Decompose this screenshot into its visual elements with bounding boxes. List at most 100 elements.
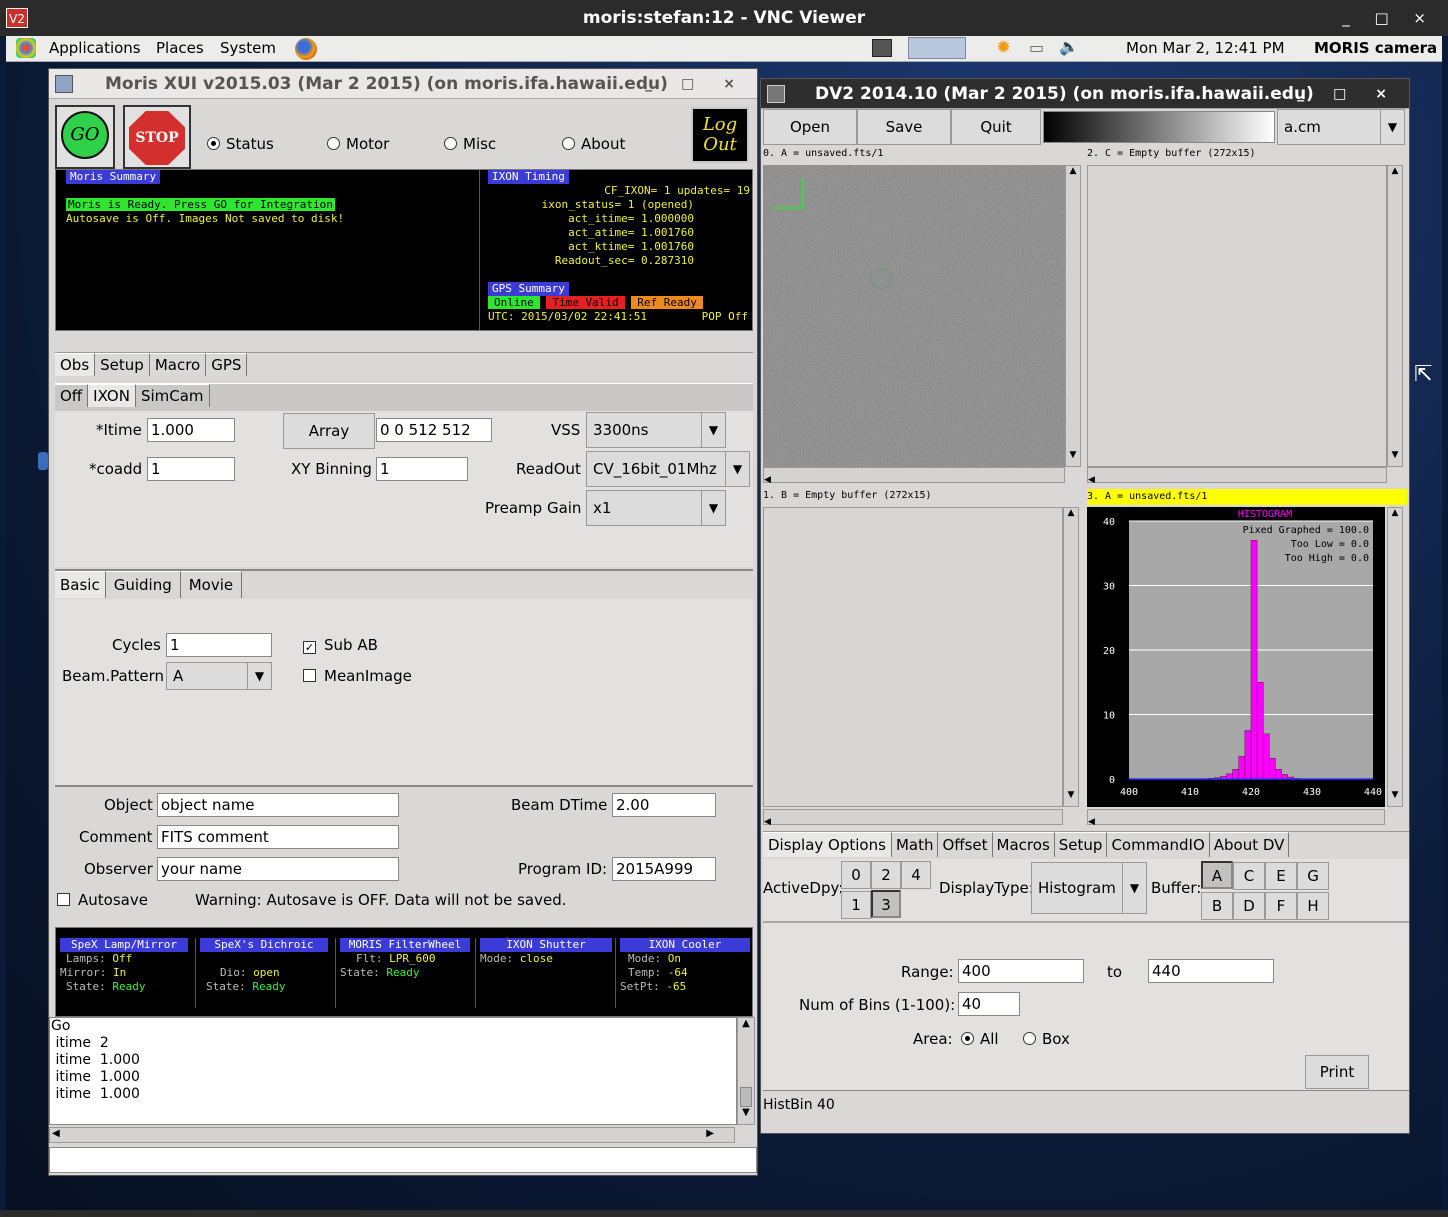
- dv-titlebar[interactable]: DV2 2014.10 (Mar 2 2015) (on moris.ifa.h…: [761, 79, 1409, 109]
- tab-setup[interactable]: Setup: [95, 353, 150, 376]
- coadd-input[interactable]: 1: [147, 457, 235, 481]
- dv-window-controls[interactable]: _ □ ×: [1297, 79, 1399, 109]
- radio-about-indicator[interactable]: [562, 137, 575, 150]
- radio-about[interactable]: About: [562, 135, 625, 153]
- area-all-indicator[interactable]: [961, 1032, 974, 1045]
- chevron-down-icon[interactable]: ▼: [247, 663, 271, 689]
- tab-ixon[interactable]: IXON: [88, 384, 136, 407]
- arrow-down-icon[interactable]: ▼: [1388, 790, 1402, 800]
- radio-motor[interactable]: Motor: [327, 135, 389, 153]
- beam-pattern-select[interactable]: A ▼: [166, 662, 272, 690]
- arrow-left-icon[interactable]: ◀: [1088, 475, 1095, 485]
- side-handle[interactable]: [38, 452, 48, 470]
- tab-display-options[interactable]: Display Options: [763, 832, 892, 857]
- open-button[interactable]: Open: [763, 109, 857, 145]
- quit-button[interactable]: Quit: [951, 109, 1041, 145]
- update-notifier-icon[interactable]: ✹: [996, 37, 1011, 58]
- checkbox-unchecked-icon[interactable]: [57, 893, 70, 906]
- buffer-a[interactable]: A: [1201, 861, 1233, 889]
- buffer-c[interactable]: C: [1233, 862, 1265, 890]
- radio-status-indicator[interactable]: [207, 137, 220, 150]
- tab-setup[interactable]: Setup: [1054, 832, 1108, 857]
- radio-misc-indicator[interactable]: [444, 137, 457, 150]
- activedpy-1[interactable]: 1: [841, 891, 871, 919]
- activedpy-3[interactable]: 3: [871, 890, 901, 918]
- tab-movie[interactable]: Movie: [180, 571, 243, 598]
- activedpy-2[interactable]: 2: [871, 861, 901, 889]
- checkbox-unchecked-icon[interactable]: [303, 669, 316, 682]
- buffer0-image[interactable]: [763, 165, 1065, 467]
- log-horizontal-scrollbar[interactable]: ◀ ▶: [49, 1127, 735, 1143]
- program-id-input[interactable]: 2015A999: [612, 857, 716, 881]
- places-menu[interactable]: Places: [156, 39, 204, 57]
- arrow-down-icon[interactable]: ▼: [1066, 450, 1080, 460]
- chevron-down-icon[interactable]: ▼: [1122, 863, 1146, 913]
- buffer-b[interactable]: B: [1201, 892, 1233, 920]
- system-menu[interactable]: System: [220, 39, 276, 57]
- histogram-panel[interactable]: 0 10 20 30 40 400 410 420 430 440 HISTOGRAM Pixed G…: [1087, 507, 1385, 807]
- scroll-thumb[interactable]: [740, 1087, 752, 1107]
- arrow-up-icon[interactable]: ▲: [738, 1018, 754, 1029]
- tab-off[interactable]: Off: [55, 384, 89, 407]
- observer-input[interactable]: your name: [157, 857, 399, 881]
- tab-offset[interactable]: Offset: [938, 832, 993, 857]
- clock[interactable]: Mon Mar 2, 12:41 PM: [1126, 39, 1285, 57]
- tab-macro[interactable]: Macro: [149, 353, 207, 376]
- buffer2-image[interactable]: [1087, 165, 1387, 467]
- arrow-down-icon[interactable]: ▼: [1388, 450, 1402, 460]
- tab-simcam[interactable]: SimCam: [135, 384, 210, 407]
- tab-obs[interactable]: Obs: [55, 353, 96, 376]
- buffer1-vscroll[interactable]: ▲ ▼: [1063, 507, 1079, 807]
- array-button[interactable]: Array: [283, 413, 375, 449]
- object-input[interactable]: object name: [157, 793, 399, 817]
- arrow-up-icon[interactable]: ▲: [1066, 166, 1080, 176]
- autosave-checkbox[interactable]: Autosave: [57, 891, 148, 909]
- readout-select[interactable]: CV_16bit_01Mhz ▼: [586, 451, 750, 487]
- arrow-up-icon[interactable]: ▲: [1064, 508, 1078, 518]
- firefox-icon[interactable]: [295, 38, 317, 60]
- volume-icon[interactable]: 🔈: [1059, 37, 1079, 56]
- num-bins-input[interactable]: 40: [958, 992, 1020, 1016]
- workspace-switcher[interactable]: [908, 37, 966, 59]
- area-box-indicator[interactable]: [1023, 1032, 1036, 1045]
- arrow-down-icon[interactable]: ▼: [738, 1107, 754, 1118]
- chevron-down-icon[interactable]: ▼: [701, 491, 725, 525]
- tab-guiding[interactable]: Guiding: [105, 571, 181, 598]
- arrow-up-icon[interactable]: ▲: [1388, 166, 1402, 176]
- go-button[interactable]: GO: [55, 105, 115, 169]
- array-input[interactable]: 0 0 512 512: [376, 418, 492, 442]
- buffer0-hscroll[interactable]: ◀: [763, 467, 1065, 485]
- buffer3-vscroll[interactable]: ▲ ▼: [1387, 507, 1403, 807]
- displaytype-select[interactable]: Histogram ▼: [1031, 862, 1147, 914]
- xui-window-controls[interactable]: _ □ ×: [645, 69, 747, 99]
- buffer-e[interactable]: E: [1265, 862, 1297, 890]
- arrow-left-icon[interactable]: ◀: [764, 817, 771, 827]
- area-all-radio[interactable]: All: [961, 1030, 999, 1048]
- tab-macros[interactable]: Macros: [992, 832, 1055, 857]
- meanimage-checkbox[interactable]: MeanImage: [303, 667, 412, 685]
- chevron-down-icon[interactable]: ▼: [725, 452, 749, 486]
- buffer-d[interactable]: D: [1233, 892, 1265, 920]
- range-low-input[interactable]: 400: [958, 959, 1084, 983]
- checkbox-checked-icon[interactable]: ✓: [303, 641, 316, 654]
- itime-input[interactable]: 1.000: [147, 418, 235, 442]
- chevron-down-icon[interactable]: ▼: [1380, 110, 1404, 144]
- xybin-input[interactable]: 1: [376, 457, 468, 481]
- logout-button[interactable]: Log Out: [691, 107, 749, 163]
- tab-about-dv[interactable]: About DV: [1209, 832, 1290, 857]
- buffer2-hscroll[interactable]: ◀: [1087, 467, 1387, 485]
- comment-input[interactable]: FITS comment: [157, 825, 399, 849]
- preamp-select[interactable]: x1 ▼: [586, 490, 726, 526]
- xui-titlebar[interactable]: Moris XUI v2015.03 (Mar 2 2015) (on mori…: [49, 69, 757, 99]
- save-button[interactable]: Save: [857, 109, 951, 145]
- arrow-up-icon[interactable]: ▲: [1388, 508, 1402, 518]
- arrow-right-icon[interactable]: ▶: [706, 1128, 714, 1139]
- tab-gps[interactable]: GPS: [206, 353, 248, 376]
- log-vertical-scrollbar[interactable]: ▲ ▼: [737, 1017, 755, 1125]
- stop-button[interactable]: STOP: [123, 105, 191, 169]
- log-textarea[interactable]: Go itime 2 itime 1.000 itime 1.000 itime…: [49, 1017, 737, 1125]
- activedpy-0[interactable]: 0: [841, 861, 871, 889]
- radio-motor-indicator[interactable]: [327, 137, 340, 150]
- applications-menu[interactable]: Applications: [49, 39, 141, 57]
- buffer-f[interactable]: F: [1265, 892, 1297, 920]
